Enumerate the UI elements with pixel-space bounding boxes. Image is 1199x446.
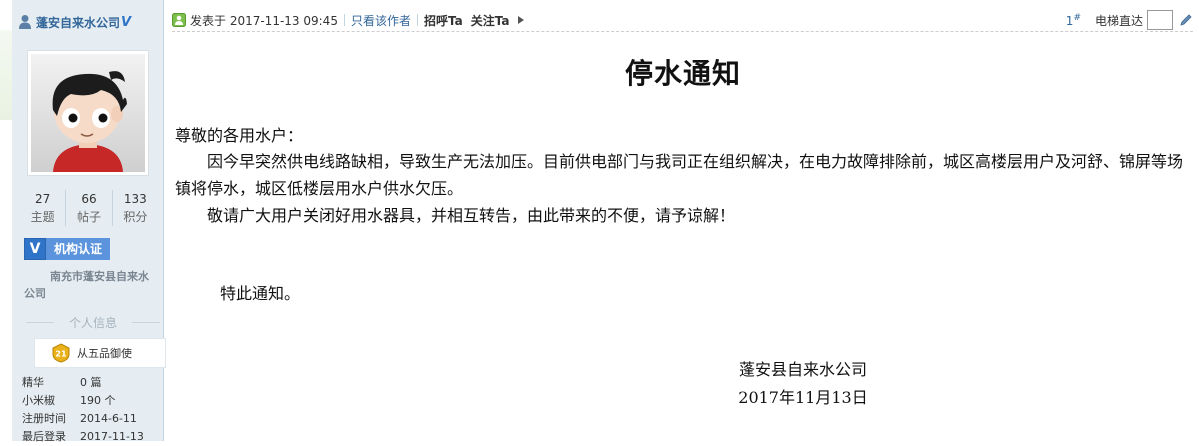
stat-points-count: 133 bbox=[123, 192, 147, 206]
play-arrow-icon[interactable] bbox=[517, 15, 525, 25]
verify-badge[interactable]: V 机构认证 bbox=[24, 238, 111, 260]
info-value: 2014-6-11 bbox=[80, 412, 137, 425]
stat-topics-label: 主题 bbox=[30, 210, 55, 224]
info-value: 2017-11-13 bbox=[80, 430, 144, 443]
sidebar-accent bbox=[0, 30, 12, 120]
post-header-right: 1# 电梯直达 bbox=[1066, 10, 1193, 30]
stat-posts-label: 帖子 bbox=[76, 210, 101, 224]
edit-pen-icon[interactable] bbox=[1179, 13, 1193, 27]
author-sidebar: 蓬安自来水公司 V 27 主题 66 帖子 133 积分 V 机构认证 南充市蓬… bbox=[12, 0, 166, 443]
author-header: 蓬安自来水公司 V bbox=[18, 12, 131, 32]
stat-points[interactable]: 133 积分 bbox=[111, 190, 158, 226]
medal-icon: 21 bbox=[52, 343, 70, 363]
svg-text:21: 21 bbox=[55, 350, 67, 359]
notice-paragraph-1: 因今早突然供电线路缺相，导致生产无法加压。目前供电部门与我司正在组织解决，在电力… bbox=[175, 152, 1184, 198]
info-key: 精华 bbox=[22, 376, 44, 389]
post-header: 发表于 2017-11-13 09:45 只看该作者 招呼Ta 关注Ta 1# … bbox=[172, 9, 1193, 32]
info-row-last-login: 最后登录 2017-11-13 bbox=[22, 428, 162, 446]
info-key: 最后登录 bbox=[22, 430, 66, 443]
elevator-input[interactable] bbox=[1147, 10, 1173, 30]
stat-posts[interactable]: 66 帖子 bbox=[65, 190, 111, 226]
post-time: 发表于 2017-11-13 09:45 bbox=[190, 13, 338, 28]
verify-label: 机构认证 bbox=[46, 238, 111, 260]
post-content: 停水通知 尊敬的各用水户： 因今早突然供电线路缺相，导致生产无法加压。目前供电部… bbox=[175, 50, 1191, 407]
notice-closing: 特此通知。 bbox=[220, 284, 301, 303]
info-value: 190 个 bbox=[80, 394, 116, 407]
elevator-label: 电梯直达 bbox=[1094, 13, 1143, 28]
verified-v-icon[interactable]: V bbox=[121, 15, 131, 30]
info-row-essence: 精华 0 篇 bbox=[22, 374, 162, 392]
notice-paragraph-2: 敬请广大用户关闭好用水器具，并相互转告，由此带来的不便，请予谅解！ bbox=[207, 206, 736, 225]
only-author-link[interactable]: 只看该作者 bbox=[351, 12, 411, 29]
divider bbox=[343, 14, 345, 26]
online-status-icon bbox=[172, 13, 186, 27]
medal-title: 从五品御使 bbox=[77, 347, 132, 360]
notice-date: 2017年11月13日 bbox=[738, 388, 868, 407]
info-value: 0 篇 bbox=[80, 376, 102, 389]
author-info-list: 精华 0 篇 小米椒 190 个 注册时间 2014-6-11 最后登录 201… bbox=[22, 374, 162, 446]
floor-number[interactable]: 1# bbox=[1066, 13, 1081, 28]
divider bbox=[416, 14, 418, 26]
info-key: 注册时间 bbox=[22, 412, 66, 425]
info-key: 小米椒 bbox=[22, 394, 55, 407]
author-stats: 27 主题 66 帖子 133 积分 bbox=[20, 190, 158, 226]
personal-info-title: 个人信息 bbox=[22, 314, 164, 331]
stat-topics-count: 27 bbox=[35, 192, 51, 206]
author-name[interactable]: 蓬安自来水公司 bbox=[36, 14, 120, 31]
avatar-image bbox=[31, 54, 145, 172]
avatar[interactable] bbox=[27, 50, 149, 176]
organization-name: 南充市蓬安县自来水公司 bbox=[24, 270, 149, 300]
stat-posts-count: 66 bbox=[81, 192, 97, 206]
verify-v-icon: V bbox=[24, 238, 46, 260]
floor-suffix: # bbox=[1073, 12, 1081, 23]
greet-link[interactable]: 招呼Ta bbox=[424, 12, 463, 29]
medal-badge[interactable]: 21 从五品御使 bbox=[34, 338, 166, 368]
notice-greeting: 尊敬的各用水户： bbox=[175, 126, 304, 145]
info-row-pepper: 小米椒 190 个 bbox=[22, 392, 162, 410]
stat-topics[interactable]: 27 主题 bbox=[20, 190, 65, 226]
stat-points-label: 积分 bbox=[123, 210, 148, 224]
follow-link[interactable]: 关注Ta bbox=[471, 12, 510, 29]
user-icon bbox=[19, 15, 31, 29]
notice-title: 停水通知 bbox=[624, 57, 741, 90]
info-row-register: 注册时间 2014-6-11 bbox=[22, 410, 162, 428]
notice-signature: 蓬安县自来水公司 bbox=[738, 360, 867, 379]
